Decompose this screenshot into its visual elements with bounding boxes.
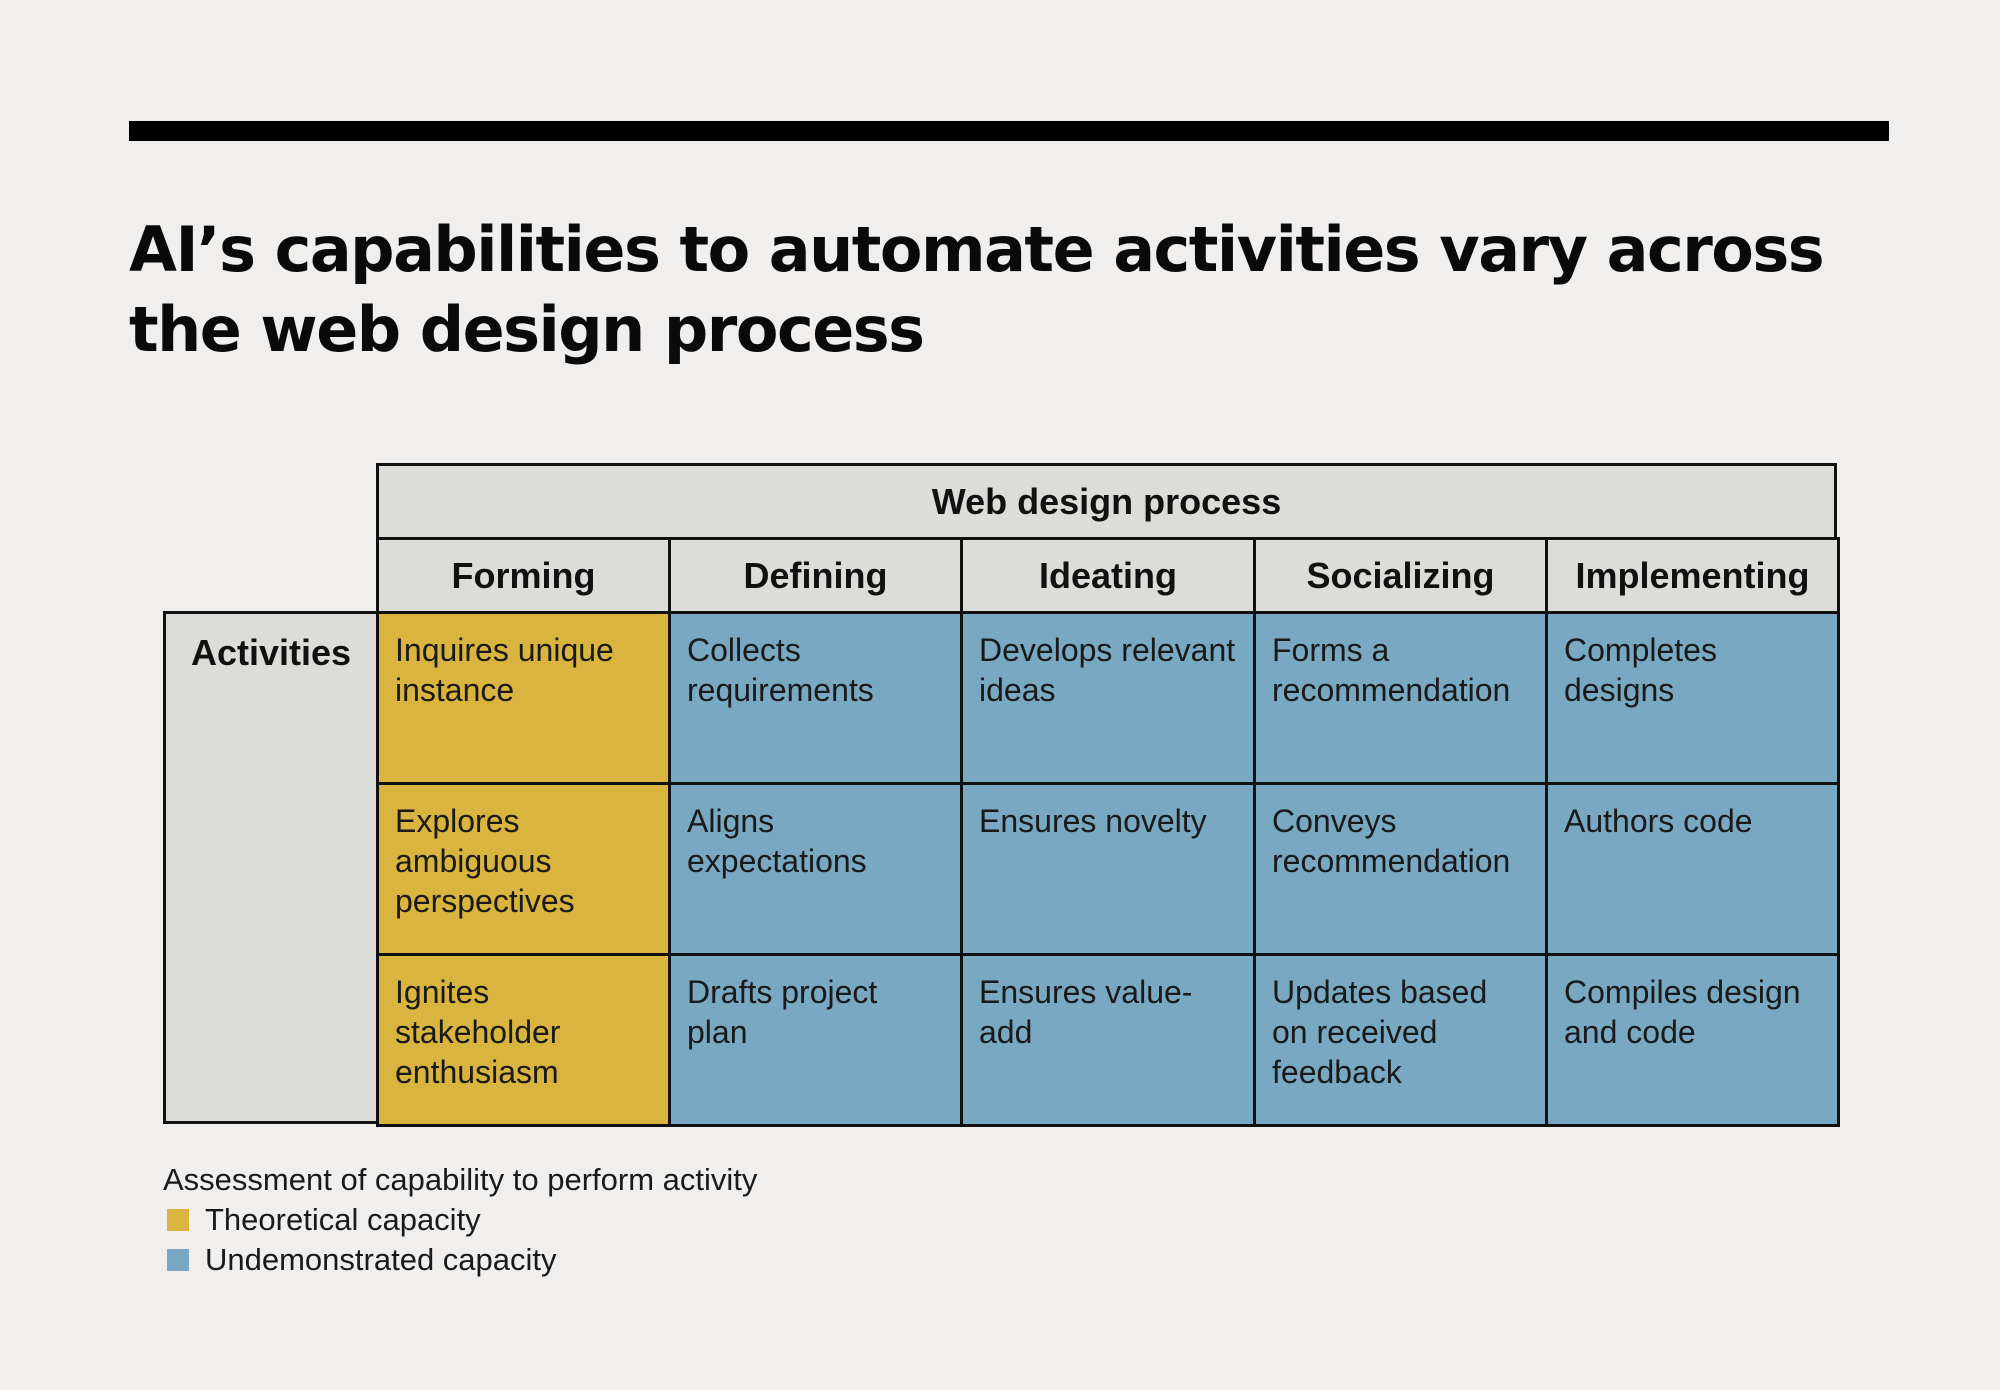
activity-cell: Collects requirements: [668, 611, 963, 785]
activity-cell: Inquires unique instance: [376, 611, 671, 785]
column-header-ideating: Ideating: [960, 537, 1256, 614]
capability-table: Web design process Activities Forming Def…: [163, 463, 1840, 1127]
top-rule: [129, 121, 1889, 141]
legend-title: Assessment of capability to perform acti…: [163, 1162, 758, 1197]
row-header: Activities: [163, 611, 379, 1124]
activity-cell: Authors code: [1545, 782, 1840, 956]
activity-cell: Completes designs: [1545, 611, 1840, 785]
activity-cell: Drafts project plan: [668, 953, 963, 1127]
legend-item-theoretical: Theoretical capacity: [163, 1200, 757, 1240]
legend-item-undemonstrated: Undemonstrated capacity: [163, 1240, 757, 1280]
column-header-socializing: Socializing: [1253, 537, 1548, 614]
legend-label: Theoretical capacity: [205, 1202, 481, 1237]
activity-cell: Forms a recommendation: [1253, 611, 1548, 785]
activity-cell: Explores ambiguous perspectives: [376, 782, 671, 956]
activity-cell: Conveys recommendation: [1253, 782, 1548, 956]
column-header-implementing: Implementing: [1545, 537, 1840, 614]
activity-cell: Aligns expectations: [668, 782, 963, 956]
legend-swatch-blue: [167, 1249, 189, 1271]
activity-cell: Compiles design and code: [1545, 953, 1840, 1127]
activity-cell: Updates based on received feedback: [1253, 953, 1548, 1127]
page-title: AI’s capabilities to automate activities…: [129, 213, 1825, 366]
legend-swatch-yellow: [167, 1209, 189, 1231]
activity-cell: Develops relevant ideas: [960, 611, 1256, 785]
group-header: Web design process: [376, 463, 1837, 540]
activity-cell: Ensures novelty: [960, 782, 1256, 956]
legend-label: Undemonstrated capacity: [205, 1242, 557, 1277]
activity-cell: Ensures value-add: [960, 953, 1256, 1127]
activity-cell: Ignites stakeholder enthusiasm: [376, 953, 671, 1127]
legend: Assessment of capability to perform acti…: [163, 1160, 757, 1280]
column-header-defining: Defining: [668, 537, 963, 614]
column-header-forming: Forming: [376, 537, 671, 614]
